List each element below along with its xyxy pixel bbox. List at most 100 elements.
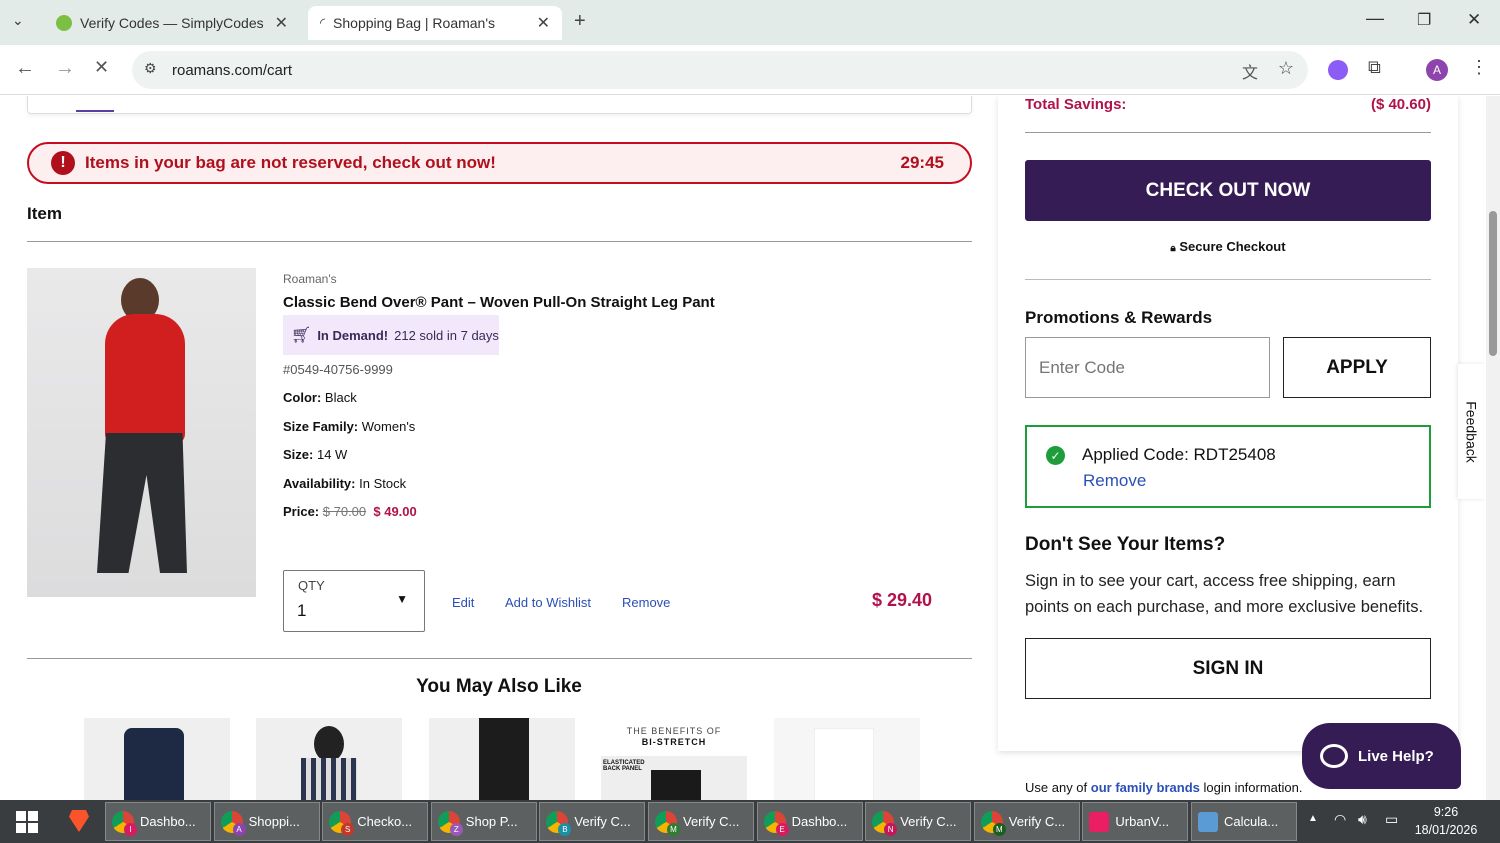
add-to-wishlist-link[interactable]: Add to Wishlist bbox=[505, 595, 591, 610]
volume-icon[interactable]: 🔊︎ bbox=[1358, 811, 1367, 828]
chrome-icon: E bbox=[763, 810, 789, 836]
restore-icon[interactable]: ❐ bbox=[1417, 10, 1431, 30]
color-row: Color: Black bbox=[283, 390, 357, 405]
taskbar-label: Verify C... bbox=[574, 814, 631, 829]
taskbar-window-button[interactable]: E Dashbo... bbox=[756, 802, 863, 841]
tab-shopping-bag[interactable]: ◜ Shopping Bag | Roaman's ✕ bbox=[308, 6, 562, 40]
taskbar-label: Verify C... bbox=[683, 814, 740, 829]
taskbar-window-button[interactable]: A Shoppi... bbox=[213, 802, 320, 841]
live-help-button[interactable]: Live Help? bbox=[1302, 723, 1461, 789]
taskbar-window-button[interactable]: Z Shop P... bbox=[430, 802, 537, 841]
taskbar-label: UrbanV... bbox=[1115, 814, 1170, 829]
product-name[interactable]: Classic Bend Over® Pant – Woven Pull-On … bbox=[283, 294, 715, 311]
remove-code-link[interactable]: Remove bbox=[1083, 471, 1146, 491]
family-brands-link[interactable]: our family brands bbox=[1091, 780, 1200, 795]
demand-label: In Demand! bbox=[317, 327, 389, 343]
recommendations-title: You May Also Like bbox=[416, 676, 582, 697]
taskbar-window-button[interactable]: M Verify C... bbox=[648, 802, 754, 841]
menu-kebab-icon[interactable]: ⋮ bbox=[1470, 57, 1488, 78]
extension-icon[interactable] bbox=[1328, 60, 1348, 80]
chrome-icon: B bbox=[546, 810, 572, 836]
show-hidden-icons[interactable]: ▲ bbox=[1308, 813, 1318, 824]
applied-code-box: ✓ Applied Code: RDT25408 Remove bbox=[1025, 425, 1431, 508]
countdown-timer: 29:45 bbox=[900, 153, 944, 172]
applied-code: Applied Code: RDT25408 bbox=[1082, 445, 1276, 464]
taskbar-label: Dashbo... bbox=[140, 814, 196, 829]
recommended-product[interactable] bbox=[84, 718, 230, 800]
taskbar-window-button[interactable]: Calcula... bbox=[1191, 802, 1297, 841]
family-brands-note: Use any of our family brands login infor… bbox=[1025, 780, 1303, 795]
signin-title: Don't See Your Items? bbox=[1025, 534, 1226, 555]
promo-code-input[interactable] bbox=[1025, 337, 1270, 398]
edit-link[interactable]: Edit bbox=[452, 595, 474, 610]
taskbar-window-button[interactable]: UrbanV... bbox=[1082, 802, 1189, 841]
demand-text: 212 sold in 7 days bbox=[394, 327, 499, 343]
close-tab-icon[interactable]: ✕ bbox=[537, 13, 550, 33]
recommended-product[interactable] bbox=[429, 718, 575, 800]
chrome-icon: A bbox=[220, 810, 246, 836]
brave-browser-icon[interactable] bbox=[69, 810, 89, 832]
url-text: roamans.com/cart bbox=[172, 61, 293, 79]
battery-icon[interactable]: ▭ bbox=[1385, 811, 1398, 828]
qty-select[interactable]: QTY 1 ▼ bbox=[283, 570, 425, 632]
chrome-icon: S bbox=[329, 810, 355, 836]
wifi-icon[interactable]: ◠ bbox=[1334, 811, 1346, 828]
price-row: Price: $ 70.00 $ 49.00 bbox=[283, 504, 417, 519]
divider bbox=[1025, 132, 1431, 133]
taskbar-window-button[interactable]: B Verify C... bbox=[539, 802, 646, 841]
url-input[interactable]: ⚙ roamans.com/cart 文 ☆ bbox=[132, 51, 1308, 89]
size-family-row: Size Family: Women's bbox=[283, 419, 416, 434]
tab-title: Shopping Bag | Roaman's bbox=[333, 15, 496, 31]
exclamation-icon: ! bbox=[51, 151, 75, 175]
secure-checkout: 🔒︎ Secure Checkout bbox=[1170, 239, 1286, 254]
recommended-product[interactable]: THE BENEFITS OF BI-STRETCH ELASTICATED B… bbox=[601, 718, 747, 800]
apply-button[interactable]: APPLY bbox=[1283, 337, 1431, 398]
new-tab-icon[interactable]: + bbox=[574, 10, 586, 33]
tab-verify-codes[interactable]: Verify Codes — SimplyCodes ✕ bbox=[44, 6, 300, 40]
taskbar-window-button[interactable]: N Verify C... bbox=[865, 802, 972, 841]
windows-start-icon[interactable] bbox=[16, 811, 38, 833]
sale-price: $ 49.00 bbox=[373, 504, 417, 519]
close-tab-icon[interactable]: ✕ bbox=[275, 13, 288, 33]
divider bbox=[1025, 279, 1431, 280]
scrollbar[interactable] bbox=[1486, 96, 1500, 800]
recommended-product[interactable] bbox=[256, 718, 402, 800]
minimize-icon[interactable]: — bbox=[1366, 8, 1384, 29]
stop-loading-icon[interactable]: ✕ bbox=[94, 57, 109, 78]
back-icon[interactable]: ← bbox=[15, 57, 35, 80]
product-image[interactable] bbox=[27, 268, 256, 597]
remove-item-link[interactable]: Remove bbox=[622, 595, 670, 610]
loading-icon: ◜ bbox=[320, 15, 326, 30]
bookmark-star-icon[interactable]: ☆ bbox=[1278, 58, 1294, 79]
feedback-tab[interactable]: Feedback bbox=[1458, 364, 1486, 499]
taskbar-window-button[interactable]: S Checko... bbox=[322, 802, 429, 841]
divider bbox=[27, 241, 972, 242]
qty-value: 1 bbox=[297, 601, 307, 620]
banner-text: THE BENEFITS OF bbox=[626, 726, 722, 736]
address-bar-row: ← → ✕ ⚙ roamans.com/cart 文 ☆ ⧉ A ⋮ bbox=[0, 45, 1500, 95]
taskbar-window-button[interactable]: M Verify C... bbox=[973, 802, 1080, 841]
recommended-product[interactable] bbox=[774, 718, 920, 800]
clock[interactable]: 9:26 18/01/2026 bbox=[1408, 803, 1484, 839]
profile-avatar[interactable]: A bbox=[1426, 59, 1448, 81]
scrollbar-thumb[interactable] bbox=[1489, 211, 1497, 356]
sign-in-button[interactable]: SIGN IN bbox=[1025, 638, 1431, 699]
line-total: $ 29.40 bbox=[872, 590, 933, 610]
close-window-icon[interactable]: ✕ bbox=[1467, 10, 1481, 30]
banner-label: ELASTICATED BACK PANEL bbox=[603, 760, 645, 772]
original-price: $ 70.00 bbox=[322, 504, 367, 519]
checkout-button[interactable]: CHECK OUT NOW bbox=[1025, 160, 1431, 221]
reservation-alert: ! Items in your bag are not reserved, ch… bbox=[27, 142, 972, 184]
extensions-puzzle-icon[interactable]: ⧉ bbox=[1368, 57, 1381, 78]
tab-bar: ⌄ Verify Codes — SimplyCodes ✕ ◜ Shoppin… bbox=[0, 0, 1500, 45]
app-icon bbox=[1089, 811, 1110, 832]
translate-icon[interactable]: 文 bbox=[1242, 59, 1258, 83]
taskbar-window-button[interactable]: I Dashbo... bbox=[105, 802, 211, 841]
alert-message: Items in your bag are not reserved, chec… bbox=[85, 153, 496, 172]
forward-icon[interactable]: → bbox=[55, 57, 75, 80]
tab-search-icon[interactable]: ⌄ bbox=[12, 12, 24, 29]
taskbar-label: Checko... bbox=[357, 814, 413, 829]
savings-value: ($ 40.60) bbox=[1370, 96, 1431, 113]
savings-label: Total Savings: bbox=[1025, 96, 1127, 113]
site-info-icon[interactable]: ⚙ bbox=[144, 60, 157, 77]
